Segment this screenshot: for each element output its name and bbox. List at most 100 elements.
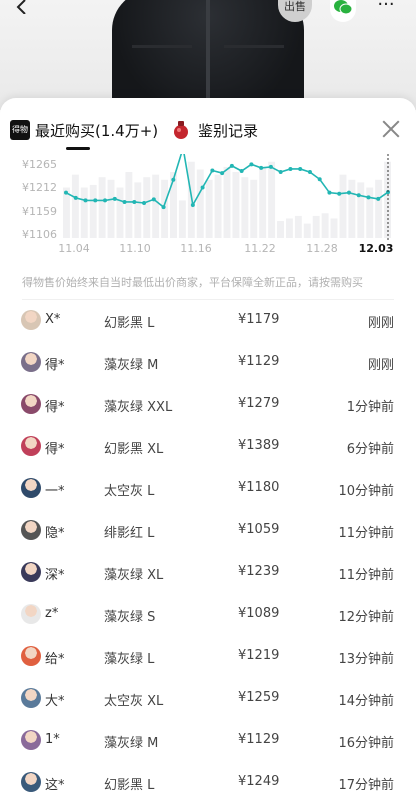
- buyer-name: 得*: [45, 358, 65, 373]
- tab-bar: 得物 最近购买(1.4万+) 鉴别记录: [0, 98, 416, 152]
- x-tick-label: 11.16: [180, 242, 212, 255]
- volume-bar: [375, 179, 383, 238]
- tab-recent-purchases[interactable]: 得物 最近购买(1.4万+): [10, 118, 158, 142]
- buyer-name: 得*: [45, 400, 65, 415]
- price-point: [278, 170, 283, 175]
- x-tick-label: 11.22: [244, 242, 276, 255]
- product-variant: 太空灰 L: [104, 484, 155, 499]
- volume-bar: [125, 172, 133, 238]
- product-variant: 幻影黑 XL: [104, 442, 164, 457]
- price-trend-chart: ¥1265 ¥1212 ¥1159 ¥1106 11.04 11.10 11.1…: [0, 154, 416, 264]
- volume-bar: [232, 172, 240, 238]
- price-point: [376, 196, 381, 201]
- product-variant: 藻灰绿 S: [104, 610, 156, 625]
- volume-bar: [250, 179, 258, 238]
- buyer-name: 这*: [45, 778, 65, 793]
- divider: [22, 299, 394, 300]
- price-point: [317, 177, 322, 182]
- x-tick-label: 11.28: [306, 242, 338, 255]
- buyer-name: X*: [45, 312, 61, 327]
- purchase-time: 14分钟前: [338, 694, 394, 709]
- buyer-name: 1*: [45, 732, 60, 747]
- price-point: [356, 193, 361, 198]
- jacket-zip: [206, 0, 210, 110]
- price-point: [337, 191, 342, 196]
- jacket-image: [112, 0, 304, 110]
- tab-label: 鉴别记录: [198, 121, 259, 140]
- more-button[interactable]: ···: [374, 0, 398, 22]
- buyer-name: 隐*: [45, 526, 65, 541]
- purchase-time: 13分钟前: [338, 652, 394, 667]
- price-point: [103, 198, 108, 203]
- volume-bar: [348, 179, 356, 238]
- purchase-time: 11分钟前: [338, 568, 394, 583]
- dewu-logo-icon: 得物: [10, 120, 30, 140]
- price-point: [161, 205, 166, 210]
- list-item: 大* 太空灰 XL ¥1259 14分钟前: [0, 680, 416, 720]
- list-item: 这* 幻影黑 L ¥1249 17分钟前: [0, 764, 416, 800]
- back-chevron-icon: [16, 0, 26, 15]
- price-point: [307, 170, 312, 175]
- volume-bar: [330, 218, 338, 238]
- price-point: [288, 166, 293, 171]
- tab-authentication-records[interactable]: 鉴别记录: [172, 118, 258, 142]
- list-item: 得* 幻影黑 XL ¥1389 6分钟前: [0, 428, 416, 468]
- price-point: [122, 199, 127, 204]
- price-disclaimer: 得物售价始终来自当时最低出价商家，平台保障全新正品，请按需购买: [22, 276, 363, 289]
- buyer-name: 一*: [45, 484, 65, 499]
- volume-bar: [339, 174, 347, 238]
- product-variant: 藻灰绿 L: [104, 652, 155, 667]
- price-point: [93, 198, 98, 203]
- avatar: [21, 478, 41, 498]
- price-point: [298, 166, 303, 171]
- volume-bar: [134, 182, 142, 238]
- avatar: [21, 562, 41, 582]
- list-item: 给* 藻灰绿 L ¥1219 13分钟前: [0, 638, 416, 678]
- volume-bar: [107, 179, 115, 238]
- volume-bar: [143, 177, 151, 238]
- close-icon[interactable]: [378, 116, 404, 142]
- price-point: [64, 190, 68, 195]
- tab-label: 最近购买(1.4万+): [35, 121, 159, 140]
- volume-bar: [259, 166, 267, 238]
- back-button[interactable]: [14, 0, 44, 22]
- buyer-name: 得*: [45, 442, 65, 457]
- list-item: 得* 藻灰绿 M ¥1129 刚刚: [0, 344, 416, 384]
- price-point: [229, 163, 234, 168]
- product-variant: 藻灰绿 M: [104, 358, 159, 373]
- x-tick-label-selected[interactable]: 12.03: [356, 242, 396, 255]
- volume-bar: [303, 223, 311, 238]
- list-item: 隐* 绯影红 L ¥1059 11分钟前: [0, 512, 416, 552]
- wechat-share-button[interactable]: [330, 0, 356, 22]
- price-point: [327, 190, 332, 195]
- list-item: 1* 藻灰绿 M ¥1129 16分钟前: [0, 722, 416, 762]
- price-point: [200, 185, 205, 190]
- purchase-time: 12分钟前: [338, 610, 394, 625]
- purchase-price: ¥1239: [238, 564, 280, 579]
- volume-bar: [277, 221, 284, 238]
- volume-bar: [294, 215, 302, 238]
- avatar: [21, 436, 41, 456]
- price-point: [346, 190, 351, 195]
- volume-bar: [80, 187, 88, 238]
- product-variant: 藻灰绿 M: [104, 736, 159, 751]
- volume-bar: [366, 187, 374, 238]
- purchase-price: ¥1259: [238, 690, 280, 705]
- purchase-time: 1分钟前: [346, 400, 394, 415]
- volume-bar: [98, 177, 106, 238]
- avatar: [21, 646, 41, 666]
- volume-bar: [223, 166, 231, 238]
- purchase-price: ¥1129: [238, 354, 280, 369]
- active-tab-indicator: [66, 147, 90, 150]
- purchase-time: 6分钟前: [346, 442, 394, 457]
- price-point: [190, 203, 195, 208]
- purchase-time: 10分钟前: [338, 484, 394, 499]
- price-point: [112, 196, 117, 201]
- price-point: [142, 200, 147, 205]
- jacket-pocket-left: [132, 45, 192, 48]
- volume-bar: [196, 169, 204, 238]
- price-point: [259, 165, 264, 170]
- authentication-gem-icon: [174, 121, 188, 139]
- avatar: [21, 520, 41, 540]
- volume-bar: [214, 174, 222, 238]
